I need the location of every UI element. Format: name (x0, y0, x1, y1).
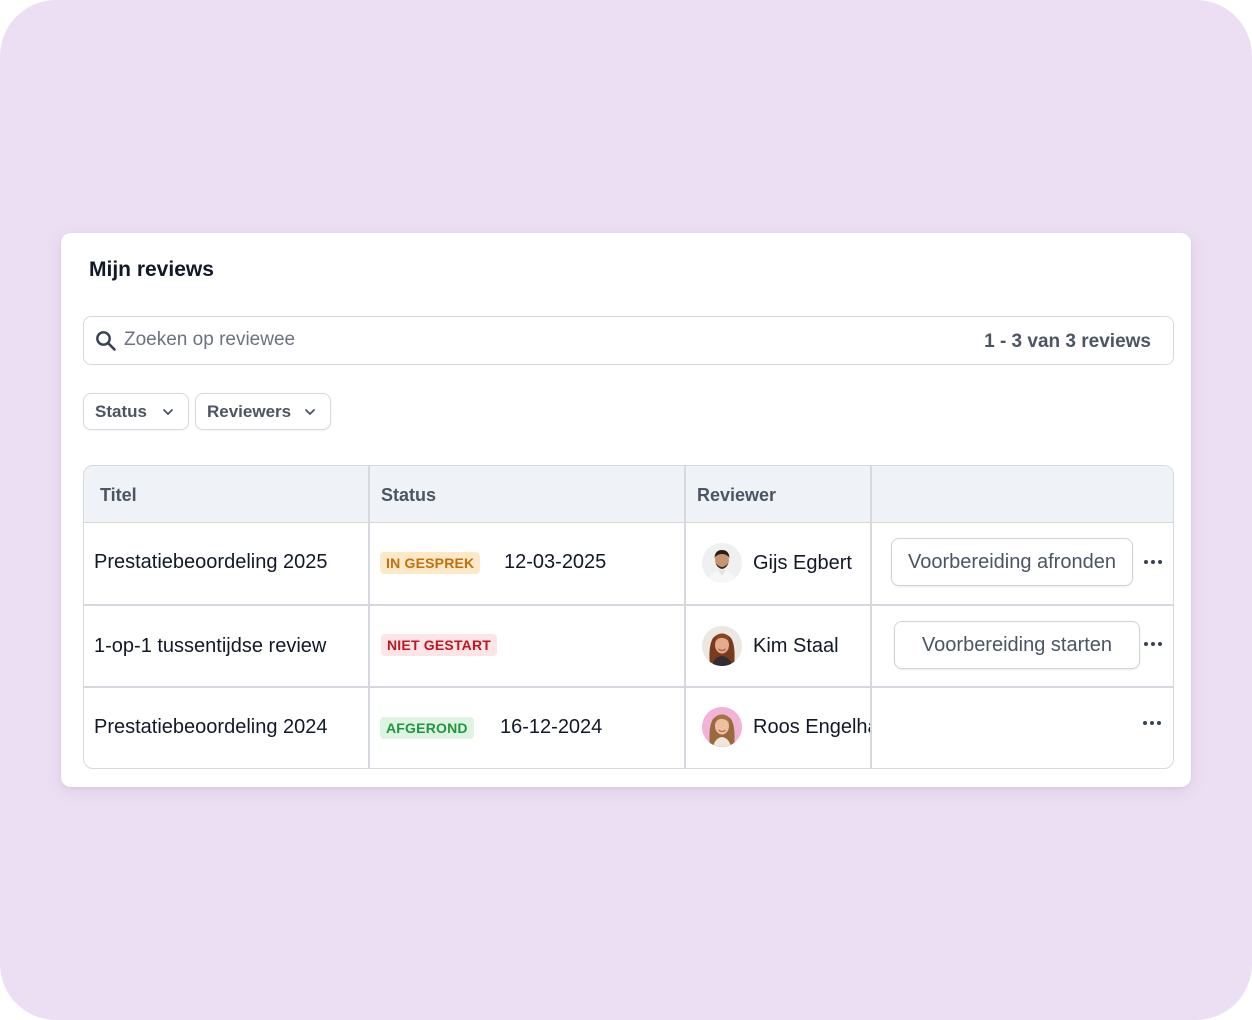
start-preparation-button[interactable]: Voorbereiding starten (894, 621, 1140, 669)
column-header-status[interactable]: Status (381, 485, 436, 506)
review-title[interactable]: 1-op-1 tussentijdse review (94, 635, 326, 658)
more-horizontal-icon[interactable] (1141, 718, 1163, 728)
table-header: Titel Status Reviewer (84, 466, 1173, 523)
more-horizontal-icon[interactable] (1142, 639, 1164, 649)
card-title: Mijn reviews (89, 258, 214, 281)
reviewer-name: Gijs Egbert (753, 552, 852, 574)
avatar-image (702, 626, 742, 666)
column-header-titel[interactable]: Titel (100, 485, 137, 506)
column-header-reviewer[interactable]: Reviewer (697, 485, 776, 506)
page-background: Mijn reviews 1 - 3 van 3 reviews Status … (0, 0, 1252, 1020)
reviewers-filter-label: Reviewers (207, 401, 292, 421)
row-divider (84, 686, 1173, 688)
column-divider (368, 466, 370, 768)
reviews-card: Mijn reviews 1 - 3 van 3 reviews Status … (61, 233, 1191, 787)
status-filter-dropdown[interactable]: Status (83, 393, 189, 430)
avatar-image (702, 543, 742, 583)
search-bar[interactable]: 1 - 3 van 3 reviews (83, 316, 1174, 365)
status-badge: IN GESPREK (380, 552, 481, 574)
column-divider (684, 466, 686, 768)
avatar (702, 707, 742, 747)
reviewers-filter-dropdown[interactable]: Reviewers (195, 393, 331, 430)
search-icon (96, 331, 116, 351)
avatar (702, 626, 742, 666)
review-date: 12-03-2025 (504, 551, 607, 573)
avatar-image (702, 707, 742, 747)
chevron-down-icon (305, 409, 315, 415)
avatar (702, 543, 742, 583)
review-title[interactable]: Prestatiebeoordeling 2024 (94, 716, 328, 739)
result-count: 1 - 3 van 3 reviews (984, 331, 1151, 352)
status-filter-label: Status (95, 401, 147, 421)
reviewer-name: Roos Engelha (753, 716, 870, 738)
more-horizontal-icon[interactable] (1142, 557, 1164, 567)
review-title[interactable]: Prestatiebeoordeling 2025 (94, 551, 328, 574)
complete-preparation-button[interactable]: Voorbereiding afronden (891, 538, 1133, 586)
column-divider (870, 466, 872, 768)
reviews-table: Titel Status Reviewer Prestatiebeoordeli… (83, 465, 1174, 769)
status-badge: NIET GESTART (381, 634, 498, 656)
chevron-down-icon (163, 409, 173, 415)
status-badge: AFGEROND (380, 717, 474, 739)
reviewer-name: Kim Staal (753, 635, 839, 657)
review-date: 16-12-2024 (500, 716, 603, 738)
search-input[interactable] (124, 324, 824, 356)
row-divider (84, 604, 1173, 606)
